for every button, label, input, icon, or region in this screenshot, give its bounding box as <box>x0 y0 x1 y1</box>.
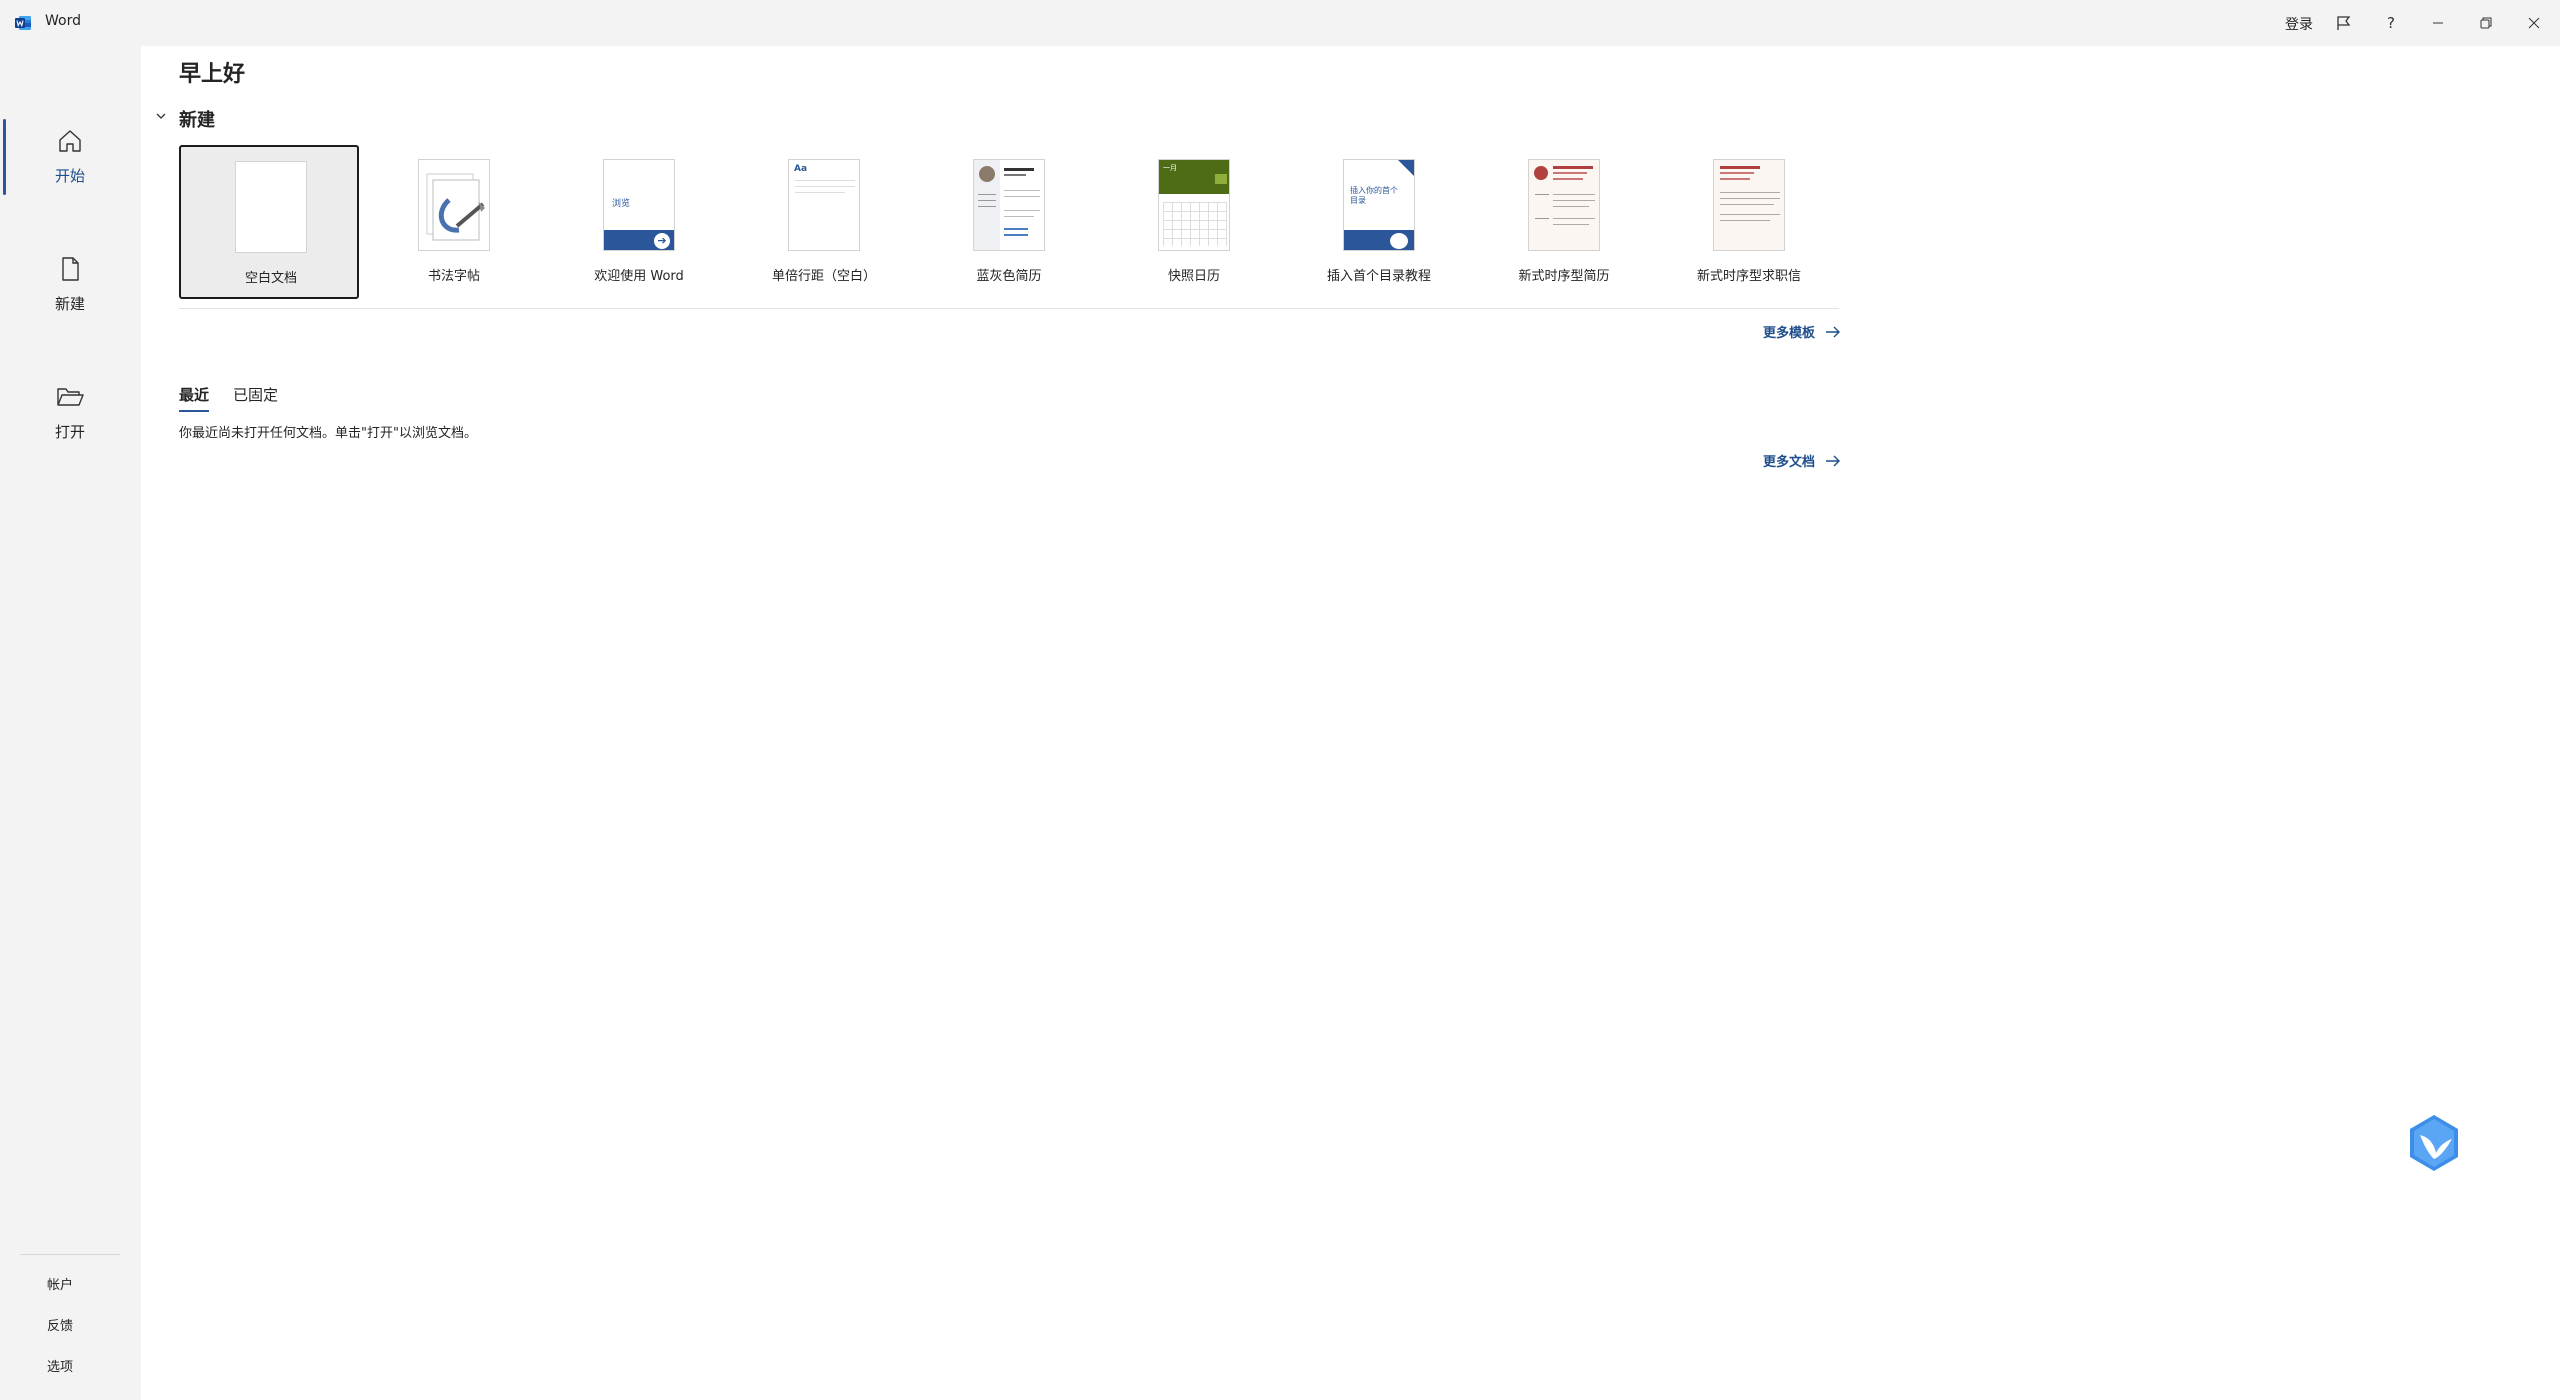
new-section-title: 新建 <box>179 110 215 131</box>
template-thumbnail <box>973 159 1045 251</box>
template-blank-document[interactable]: 空白文档 <box>179 145 359 299</box>
active-indicator <box>3 119 6 195</box>
calligraphy-brush-icon <box>426 173 485 241</box>
template-calligraphy[interactable]: 书法字帖 <box>364 145 544 299</box>
thumb-text: Aa <box>794 164 808 174</box>
restore-icon <box>2480 17 2492 29</box>
template-name: 快照日历 <box>1167 269 1220 284</box>
sidebar-divider <box>20 1254 120 1255</box>
template-thumbnail: 一月 <box>1158 159 1230 251</box>
sidebar-item-home[interactable]: 开始 <box>0 101 140 211</box>
template-modern-resume[interactable]: 新式时序型简历 <box>1474 145 1654 299</box>
sidebar-link-options[interactable]: 选项 <box>47 1356 73 1375</box>
assistant-bird-icon[interactable] <box>2404 1113 2464 1173</box>
backstage-sidebar: 开始 新建 打开 帐户 反馈 选项 <box>0 46 140 1400</box>
arrow-right-icon <box>1826 455 1841 466</box>
template-thumbnail: Aa <box>788 159 860 251</box>
template-thumbnail <box>1528 159 1600 251</box>
new-document-icon <box>62 256 79 281</box>
template-blue-grey-resume[interactable]: 蓝灰色简历 <box>919 145 1099 299</box>
chevron-down-icon[interactable] <box>155 111 167 121</box>
template-divider <box>179 308 1839 309</box>
template-name: 空白文档 <box>244 271 297 286</box>
template-name: 新式时序型简历 <box>1518 269 1610 284</box>
template-toc-tutorial[interactable]: 插入你的首个目录 插入首个目录教程 <box>1289 145 1469 299</box>
template-thumbnail: 浏览 ➔ <box>603 159 675 251</box>
main-content: 早上好 新建 空白文档 书法字帖 浏览 ➔ 欢迎使用 Word Aa 单倍行距（… <box>141 46 2560 1400</box>
more-templates-link[interactable]: 更多模板 <box>1763 322 1841 341</box>
document-tabs: 最近 已固定 <box>179 384 278 412</box>
more-documents-link[interactable]: 更多文档 <box>1763 451 1841 470</box>
sidebar-item-label: 开始 <box>54 166 85 185</box>
template-thumbnail <box>418 159 490 251</box>
help-button[interactable]: ? <box>2375 8 2407 38</box>
tab-recent[interactable]: 最近 <box>179 384 210 412</box>
template-name: 单倍行距（空白） <box>771 269 876 284</box>
restore-button[interactable] <box>2470 8 2502 38</box>
sidebar-link-feedback[interactable]: 反馈 <box>47 1315 73 1334</box>
sidebar-link-account[interactable]: 帐户 <box>47 1274 73 1293</box>
sidebar-item-label: 新建 <box>54 294 85 313</box>
template-thumbnail <box>235 161 307 253</box>
more-templates-label: 更多模板 <box>1763 326 1816 341</box>
template-single-spaced[interactable]: Aa 单倍行距（空白） <box>734 145 914 299</box>
minimize-icon <box>2433 22 2443 24</box>
close-icon <box>2528 17 2540 29</box>
sign-in-button[interactable]: 登录 <box>2285 14 2313 34</box>
minimize-button[interactable] <box>2422 8 2454 38</box>
close-button[interactable] <box>2518 8 2550 38</box>
template-thumbnail <box>1713 159 1785 251</box>
sidebar-item-label: 打开 <box>54 422 85 441</box>
feedback-button[interactable] <box>2328 8 2360 38</box>
tab-pinned[interactable]: 已固定 <box>233 384 278 412</box>
home-icon <box>59 129 81 152</box>
title-bar: Word 登录 ? <box>0 0 2560 46</box>
arrow-right-icon <box>1826 326 1841 337</box>
word-logo-icon <box>15 16 31 30</box>
sidebar-item-open[interactable]: 打开 <box>0 357 140 467</box>
greeting-title: 早上好 <box>179 62 246 87</box>
template-name: 书法字帖 <box>427 269 480 284</box>
feedback-icon <box>2337 16 2351 30</box>
template-snapshot-calendar[interactable]: 一月 快照日历 <box>1104 145 1284 299</box>
template-thumbnail: 插入你的首个目录 <box>1343 159 1415 251</box>
thumb-text: 插入你的首个目录 <box>1350 186 1398 205</box>
thumb-text: 浏览 <box>612 199 631 209</box>
template-name: 插入首个目录教程 <box>1326 269 1431 284</box>
help-icon: ? <box>2387 14 2395 32</box>
empty-recent-message: 你最近尚未打开任何文档。单击"打开"以浏览文档。 <box>179 426 477 441</box>
app-title: Word <box>45 13 81 29</box>
template-modern-cover-letter[interactable]: 新式时序型求职信 <box>1659 145 1839 299</box>
more-documents-label: 更多文档 <box>1763 455 1816 470</box>
template-welcome-word[interactable]: 浏览 ➔ 欢迎使用 Word <box>549 145 729 299</box>
template-name: 新式时序型求职信 <box>1696 269 1801 284</box>
template-name: 蓝灰色简历 <box>976 269 1042 284</box>
folder-open-icon <box>57 387 84 406</box>
sidebar-item-new[interactable]: 新建 <box>0 229 140 339</box>
thumb-text: 一月 <box>1163 164 1177 172</box>
template-name: 欢迎使用 Word <box>594 269 684 284</box>
